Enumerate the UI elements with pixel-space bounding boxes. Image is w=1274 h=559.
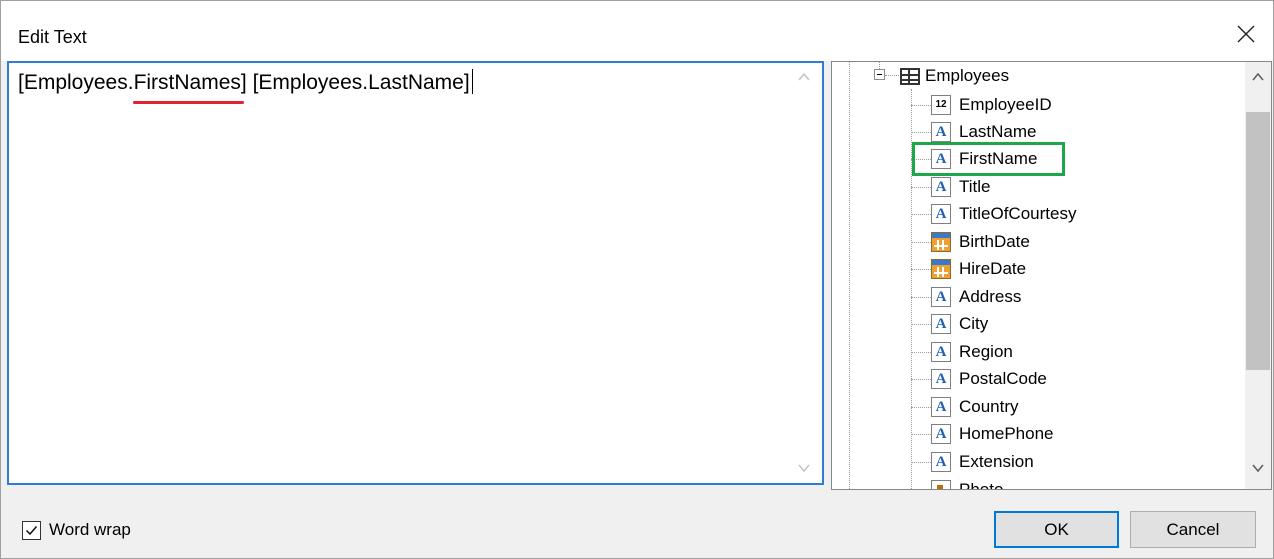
text-field-icon: A bbox=[931, 287, 951, 307]
text-field-icon: A bbox=[931, 204, 951, 224]
tree-item-label: Country bbox=[959, 397, 1019, 416]
tree-guide-line bbox=[911, 434, 931, 435]
dialog-title: Edit Text bbox=[18, 27, 87, 47]
tree-guide-line bbox=[911, 269, 931, 270]
text-field-icon: A bbox=[931, 342, 951, 362]
ok-button[interactable]: OK bbox=[994, 511, 1119, 548]
tree-guide-line bbox=[911, 297, 931, 298]
photo-field-icon bbox=[931, 480, 951, 489]
tree-guide-line bbox=[879, 62, 880, 69]
expression-text-before: [Employees. bbox=[18, 71, 134, 94]
editor-scroll-up-icon[interactable] bbox=[797, 70, 811, 84]
text-field-icon: A bbox=[931, 452, 951, 472]
tree-item-label: BirthDate bbox=[959, 232, 1030, 251]
word-wrap-checkbox[interactable] bbox=[22, 520, 41, 540]
table-icon bbox=[900, 67, 920, 85]
text-field-icon: A bbox=[931, 369, 951, 389]
date-field-icon bbox=[931, 232, 951, 252]
text-field-icon: A bbox=[931, 397, 951, 417]
text-field-icon: A bbox=[931, 177, 951, 197]
tree-item-label: PostalCode bbox=[959, 369, 1047, 388]
word-wrap-option[interactable]: Word wrap bbox=[22, 520, 131, 540]
date-field-icon bbox=[931, 259, 951, 279]
tree-guide-line bbox=[911, 214, 931, 215]
tree-guide-line bbox=[911, 352, 931, 353]
tree-guide-line bbox=[911, 462, 931, 463]
tree-guide-line bbox=[911, 187, 931, 188]
tree-item-employees[interactable]: Employees bbox=[900, 64, 1009, 88]
tree-clip-bottom: Photo bbox=[832, 479, 1245, 489]
edit-text-dialog: Edit Text [Employees.FirstNames] [Employ… bbox=[0, 0, 1274, 559]
text-field-icon: A bbox=[931, 122, 951, 142]
tree-guide-line bbox=[911, 105, 931, 106]
tree-item-extension[interactable]: A Extension bbox=[931, 450, 1034, 474]
tree-item-title[interactable]: A Title bbox=[931, 175, 991, 199]
tree-item-homephone[interactable]: A HomePhone bbox=[931, 422, 1054, 446]
title-bar: Edit Text bbox=[1, 1, 1273, 61]
tree-item-label: TitleOfCourtesy bbox=[959, 204, 1077, 223]
tree-item-employeeid[interactable]: 12 EmployeeID bbox=[931, 93, 1052, 117]
expression-editor[interactable]: [Employees.FirstNames] [Employees.LastNa… bbox=[7, 61, 824, 485]
tree-item-label: Address bbox=[959, 287, 1022, 306]
tree-scroll-up-icon[interactable] bbox=[1251, 70, 1265, 84]
tree-item-label: EmployeeID bbox=[959, 95, 1052, 114]
tree-item-lastname[interactable]: A LastName bbox=[931, 120, 1036, 144]
tree-item-city[interactable]: A City bbox=[931, 312, 988, 336]
text-caret bbox=[471, 69, 473, 94]
tree-guide-line bbox=[911, 379, 931, 380]
tree-guide-line bbox=[885, 75, 899, 76]
firstname-highlight-box bbox=[912, 142, 1065, 176]
tree-item-label: HireDate bbox=[959, 259, 1027, 278]
misspelled-field-name: FirstNames bbox=[133, 71, 241, 94]
editor-scroll-down-icon[interactable] bbox=[797, 461, 811, 475]
tree-item-label: HomePhone bbox=[959, 424, 1054, 443]
tree-item-label: Extension bbox=[959, 452, 1034, 471]
tree-item-hiredate[interactable]: HireDate bbox=[931, 257, 1026, 281]
expression-text[interactable]: [Employees.FirstNames] [Employees.LastNa… bbox=[18, 69, 473, 95]
tree-item-label: Region bbox=[959, 342, 1013, 361]
tree-guide-line bbox=[849, 62, 850, 489]
tree-guide-line bbox=[911, 324, 931, 325]
tree-item-photo[interactable]: Photo bbox=[931, 479, 1003, 489]
close-icon[interactable] bbox=[1231, 19, 1261, 49]
tree-item-label: Title bbox=[959, 177, 991, 196]
cancel-button[interactable]: Cancel bbox=[1130, 511, 1256, 548]
tree-scrollbar-thumb[interactable] bbox=[1246, 112, 1270, 370]
expression-text-after: ] [Employees.LastName] bbox=[240, 71, 470, 94]
tree-item-birthdate[interactable]: BirthDate bbox=[931, 230, 1030, 254]
word-wrap-label: Word wrap bbox=[49, 520, 131, 539]
tree-guide-line bbox=[911, 407, 931, 408]
tree-item-label: City bbox=[959, 314, 989, 333]
tree-scroll-down-icon[interactable] bbox=[1251, 461, 1265, 475]
tree-guide-line bbox=[911, 132, 931, 133]
checkmark-icon bbox=[25, 525, 38, 535]
tree-item-postalcode[interactable]: A PostalCode bbox=[931, 367, 1047, 391]
number-field-icon: 12 bbox=[931, 95, 951, 115]
collapse-toggle-icon[interactable] bbox=[874, 69, 885, 80]
tree-item-label: Photo bbox=[959, 480, 1003, 489]
tree-item-label: LastName bbox=[959, 122, 1037, 141]
tree-item-titleofcourtesy[interactable]: A TitleOfCourtesy bbox=[931, 202, 1076, 226]
tree-item-address[interactable]: A Address bbox=[931, 285, 1021, 309]
tree-item-label: Employees bbox=[925, 66, 1010, 85]
text-field-icon: A bbox=[931, 424, 951, 444]
text-field-icon: A bbox=[931, 314, 951, 334]
tree-item-region[interactable]: A Region bbox=[931, 340, 1013, 364]
tree-item-country[interactable]: A Country bbox=[931, 395, 1019, 419]
tree-guide-line bbox=[911, 242, 931, 243]
